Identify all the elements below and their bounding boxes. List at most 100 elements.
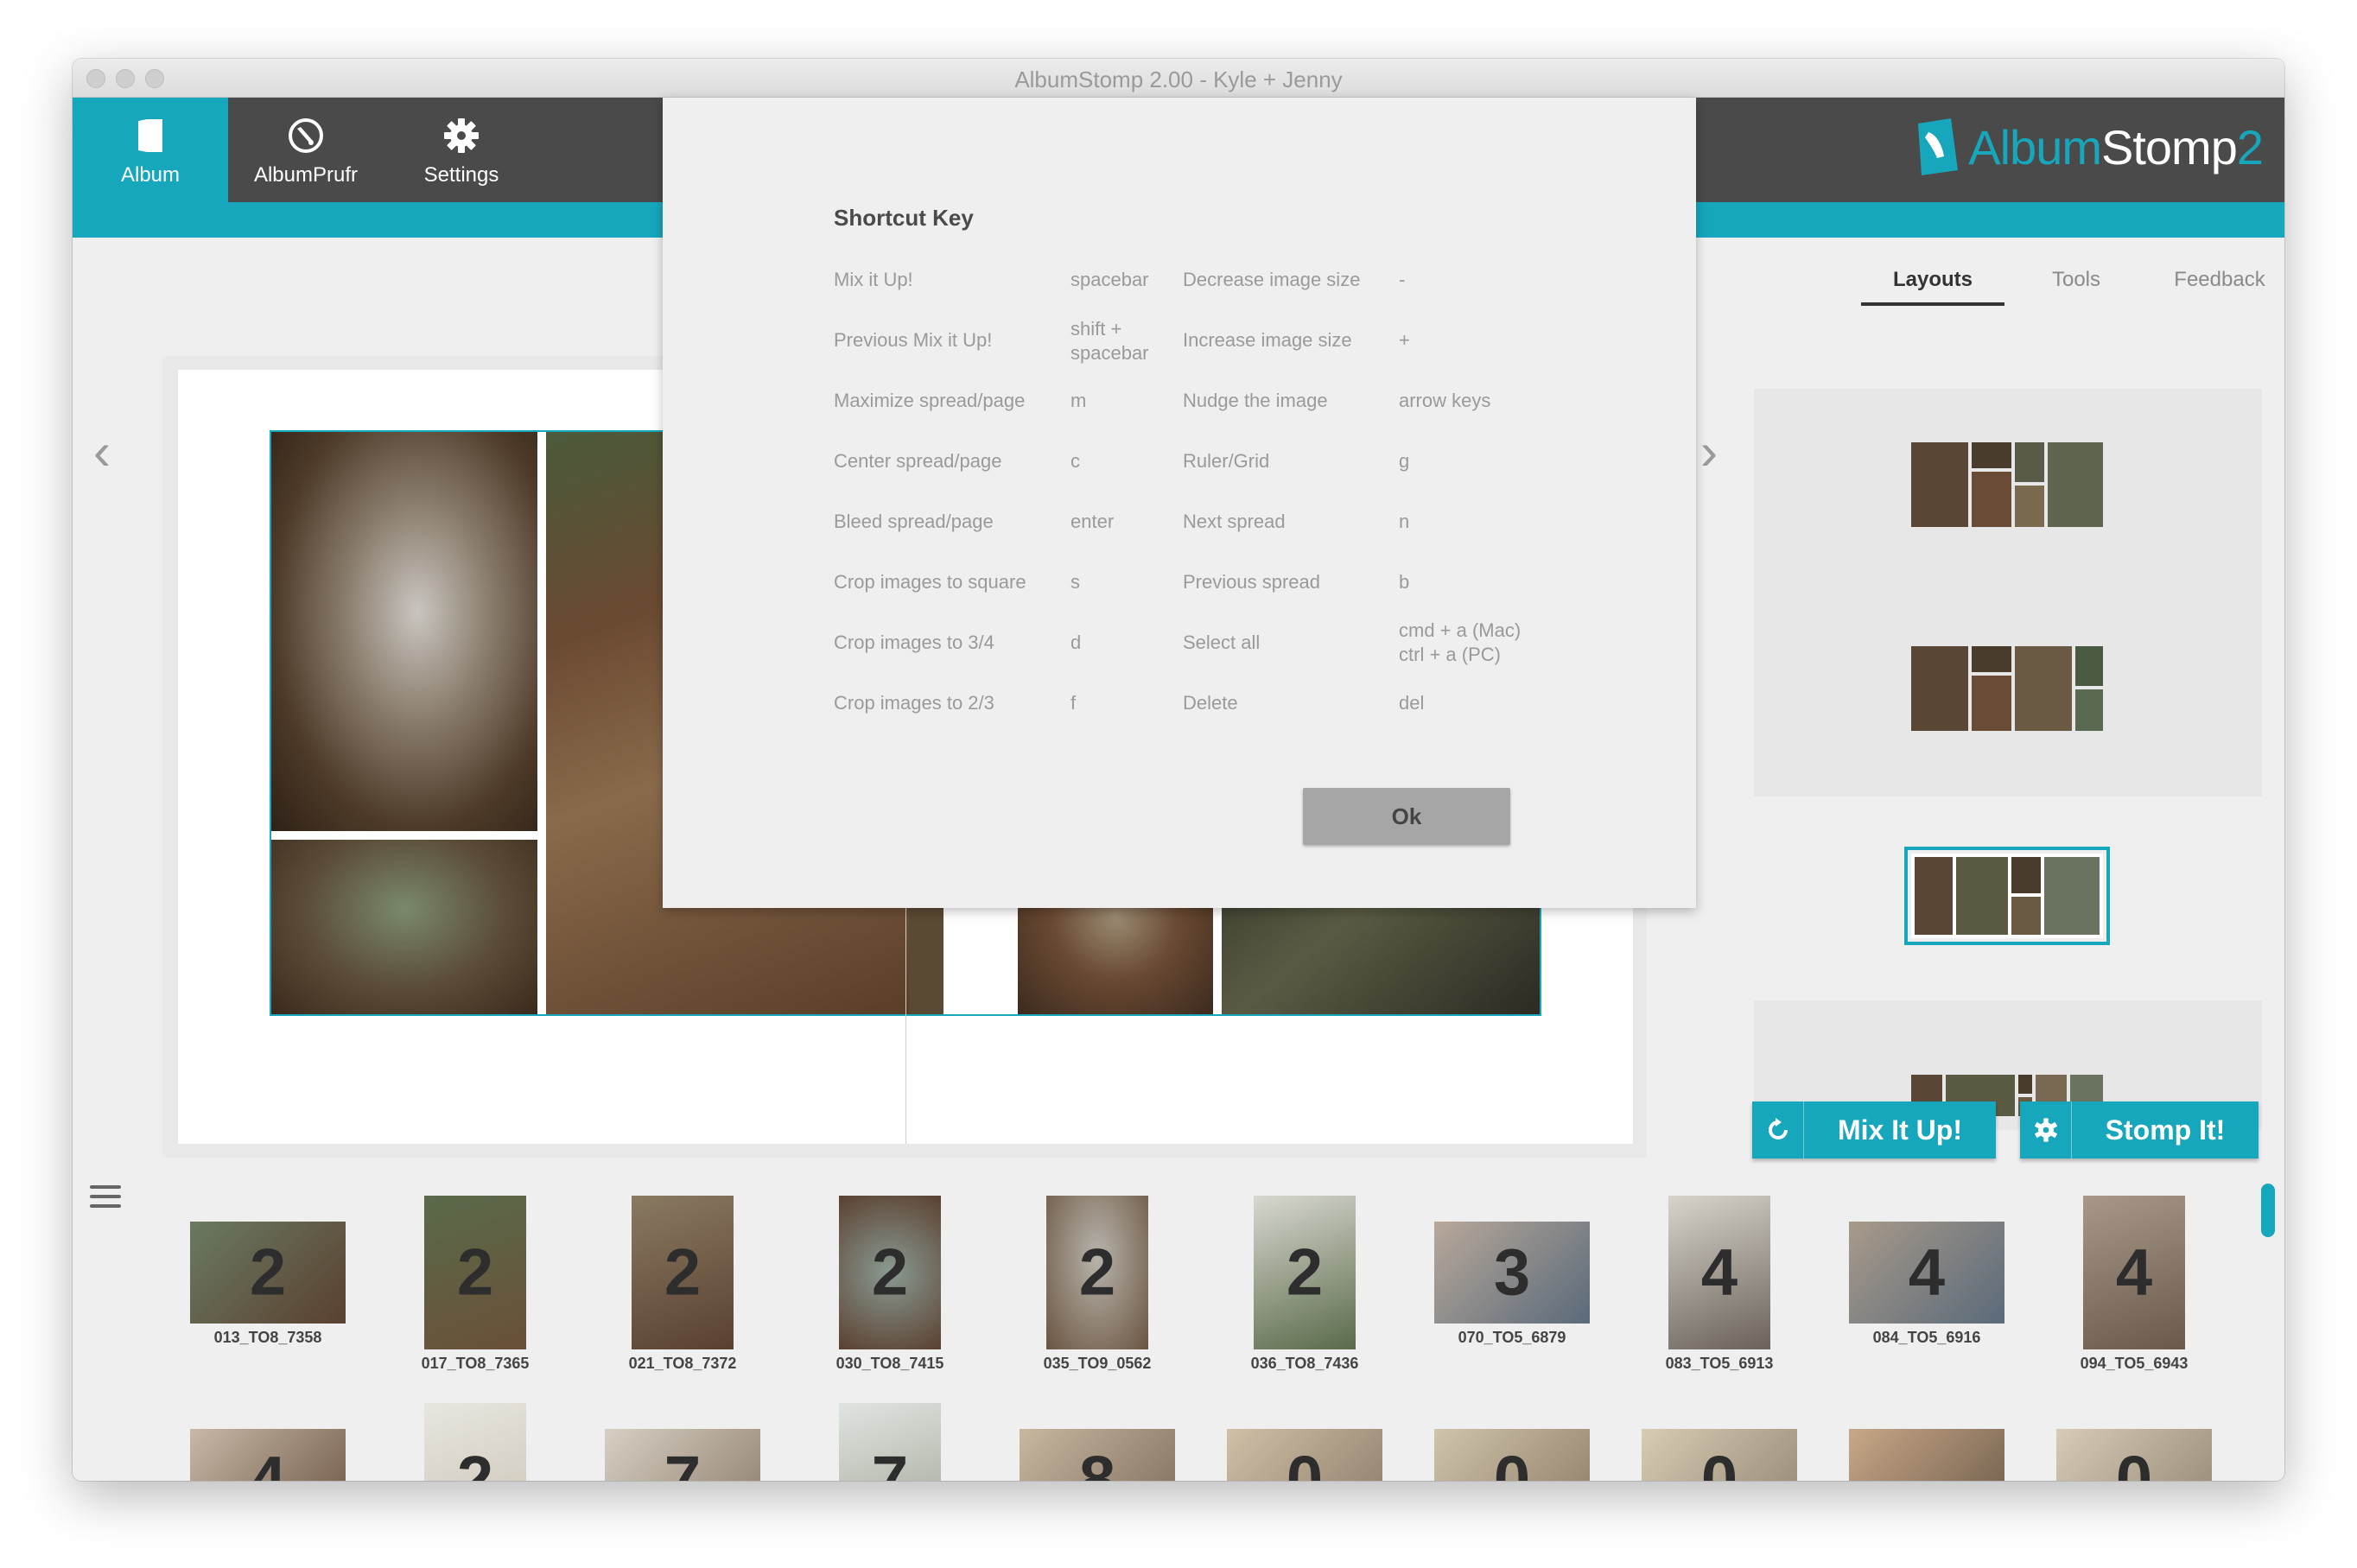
tray-image[interactable]: 4	[188, 1429, 347, 1481]
shortcut-action: Delete	[1183, 692, 1238, 714]
shortcut-action: Bleed spread/page	[834, 511, 994, 532]
shortcut-action: Ruler/Grid	[1183, 450, 1270, 472]
shortcut-action: Previous spread	[1183, 571, 1320, 593]
layout-option[interactable]	[1911, 442, 2103, 527]
nav-settings-label: Settings	[423, 162, 499, 187]
tray-image[interactable]: 7	[603, 1429, 762, 1481]
shortcut-key: del	[1399, 692, 1425, 714]
tray-thumbnail: 2	[424, 1196, 526, 1349]
image-filename: 035_TO9_0562	[1043, 1355, 1152, 1372]
logo-text-version: 2	[2236, 119, 2264, 175]
image-filename: 021_TO8_7372	[628, 1355, 737, 1372]
tray-image[interactable]: 0	[1640, 1429, 1799, 1481]
tab-feedback[interactable]: Feedback	[2148, 257, 2284, 306]
layout-option-selected[interactable]	[1904, 847, 2110, 945]
gear-icon	[442, 113, 480, 158]
tray-menu-icon[interactable]	[90, 1185, 121, 1211]
image-filename: 017_TO8_7365	[421, 1355, 530, 1372]
layout-option[interactable]	[1911, 646, 2103, 731]
tray-scrollbar[interactable]	[2261, 1184, 2275, 1237]
logo-text-album: Album	[1968, 119, 2102, 175]
tray-image[interactable]: 2 030_TO8_7415	[810, 1196, 969, 1373]
tray-image[interactable]: 8	[1018, 1429, 1177, 1481]
photo-shoes[interactable]	[271, 432, 537, 831]
tray-thumbnail: 8	[1020, 1429, 1175, 1481]
usage-count: 8	[1078, 1443, 1116, 1482]
logo-text-stomp: Stomp	[2100, 119, 2238, 175]
tray-image[interactable]: 2 021_TO8_7372	[603, 1196, 762, 1373]
tray-thumbnail: 2	[424, 1403, 526, 1481]
usage-count: 0	[1493, 1443, 1531, 1482]
shortcut-key: +	[1399, 329, 1410, 351]
image-filename: 083_TO5_6913	[1665, 1355, 1774, 1372]
image-filename: 030_TO8_7415	[835, 1355, 944, 1372]
image-filename: 084_TO5_6916	[1872, 1329, 1981, 1346]
nav-album-button[interactable]: Album	[73, 98, 228, 202]
shortcut-key: spacebar	[1070, 269, 1149, 290]
tray-image[interactable]: 4 083_TO5_6913	[1640, 1196, 1799, 1373]
usage-count: 2	[249, 1235, 287, 1310]
shortcut-key: f	[1070, 692, 1077, 714]
prev-spread-arrow[interactable]: ‹	[93, 422, 111, 481]
tray-image[interactable]: 2 017_TO8_7365	[396, 1196, 555, 1373]
shortcut-action: Maximize spread/page	[834, 390, 1026, 411]
app-window: AlbumStomp 2.00 - Kyle + Jenny Album Alb…	[73, 59, 2284, 1481]
tray-image[interactable]: 0	[2055, 1429, 2214, 1481]
nav-settings-button[interactable]: Settings	[384, 98, 539, 202]
tab-tools[interactable]: Tools	[2004, 257, 2148, 306]
shortcut-action: Crop images to 3/4	[834, 632, 994, 653]
shortcut-key: enter	[1070, 511, 1115, 532]
tab-layouts[interactable]: Layouts	[1861, 257, 2004, 306]
usage-count: 4	[249, 1443, 287, 1482]
stomp-it-button[interactable]: Stomp It!	[2020, 1101, 2259, 1159]
tray-image[interactable]: 4 084_TO5_6916	[1847, 1222, 2006, 1347]
tray-image[interactable]: 4 094_TO5_6943	[2055, 1196, 2214, 1373]
tray-thumbnail	[1849, 1429, 2004, 1481]
albumstomp-logo: Album Stomp 2	[1913, 112, 2264, 181]
usage-count: 4	[2115, 1235, 2153, 1310]
nav-album-label: Album	[120, 162, 181, 187]
dialog-title: Shortcut Key	[834, 205, 974, 231]
shortcut-action: Mix it Up!	[834, 269, 913, 290]
image-filename: 036_TO8_7436	[1250, 1355, 1359, 1372]
tray-thumbnail: 2	[1254, 1196, 1356, 1349]
tray-image[interactable]: 2 036_TO8_7436	[1225, 1196, 1384, 1373]
tray-image[interactable]	[1847, 1429, 2006, 1481]
tray-image[interactable]: 2 013_TO8_7358	[188, 1222, 347, 1347]
nav-albumprufr-button[interactable]: AlbumPrufr	[228, 98, 384, 202]
image-filename: 070_TO5_6879	[1458, 1329, 1566, 1346]
shortcut-key-dialog: Shortcut Key Mix it Up! spacebar Previou…	[663, 98, 1696, 908]
tray-image[interactable]: 0	[1225, 1429, 1384, 1481]
tray-image[interactable]: 0	[1433, 1429, 1591, 1481]
tray-thumbnail: 0	[2056, 1429, 2212, 1481]
ok-button[interactable]: Ok	[1303, 788, 1510, 845]
tray-thumbnail: 7	[605, 1429, 760, 1481]
refresh-icon	[1752, 1101, 1804, 1159]
shortcut-action: Crop images to square	[834, 571, 1026, 593]
tray-thumbnail: 2	[839, 1196, 941, 1349]
image-filename: 094_TO5_6943	[2080, 1355, 2189, 1372]
shortcut-key: b	[1399, 571, 1410, 593]
usage-count: 0	[1286, 1443, 1324, 1482]
tray-image[interactable]: 2	[396, 1403, 555, 1481]
logo-shoe-icon	[1913, 118, 1963, 175]
tray-image[interactable]: 3 070_TO5_6879	[1433, 1222, 1591, 1347]
tray-image[interactable]: 2 035_TO9_0562	[1018, 1196, 1177, 1373]
mix-it-up-button[interactable]: Mix It Up!	[1752, 1101, 1996, 1159]
title-bar: AlbumStomp 2.00 - Kyle + Jenny	[73, 59, 2284, 98]
gear-icon	[2020, 1101, 2072, 1159]
usage-count: 2	[456, 1235, 494, 1310]
tray-image[interactable]: 7	[810, 1403, 969, 1481]
right-panel-tabs: Layouts Tools Feedback	[1754, 257, 2265, 306]
usage-count: 2	[664, 1235, 702, 1310]
usage-count: 2	[871, 1235, 909, 1310]
photo-airplant[interactable]	[271, 840, 537, 1014]
layout-suggestions-panel	[1754, 327, 2262, 1130]
shortcut-key: s	[1070, 571, 1080, 593]
tray-thumbnail: 4	[2083, 1196, 2185, 1349]
next-spread-arrow[interactable]: ›	[1700, 422, 1718, 481]
tray-thumbnail: 4	[190, 1429, 346, 1481]
shortcut-key: g	[1399, 450, 1410, 472]
shortcut-key: cmd + a (Mac) ctrl + a (PC)	[1399, 619, 1522, 665]
shortcut-key: n	[1399, 511, 1410, 532]
